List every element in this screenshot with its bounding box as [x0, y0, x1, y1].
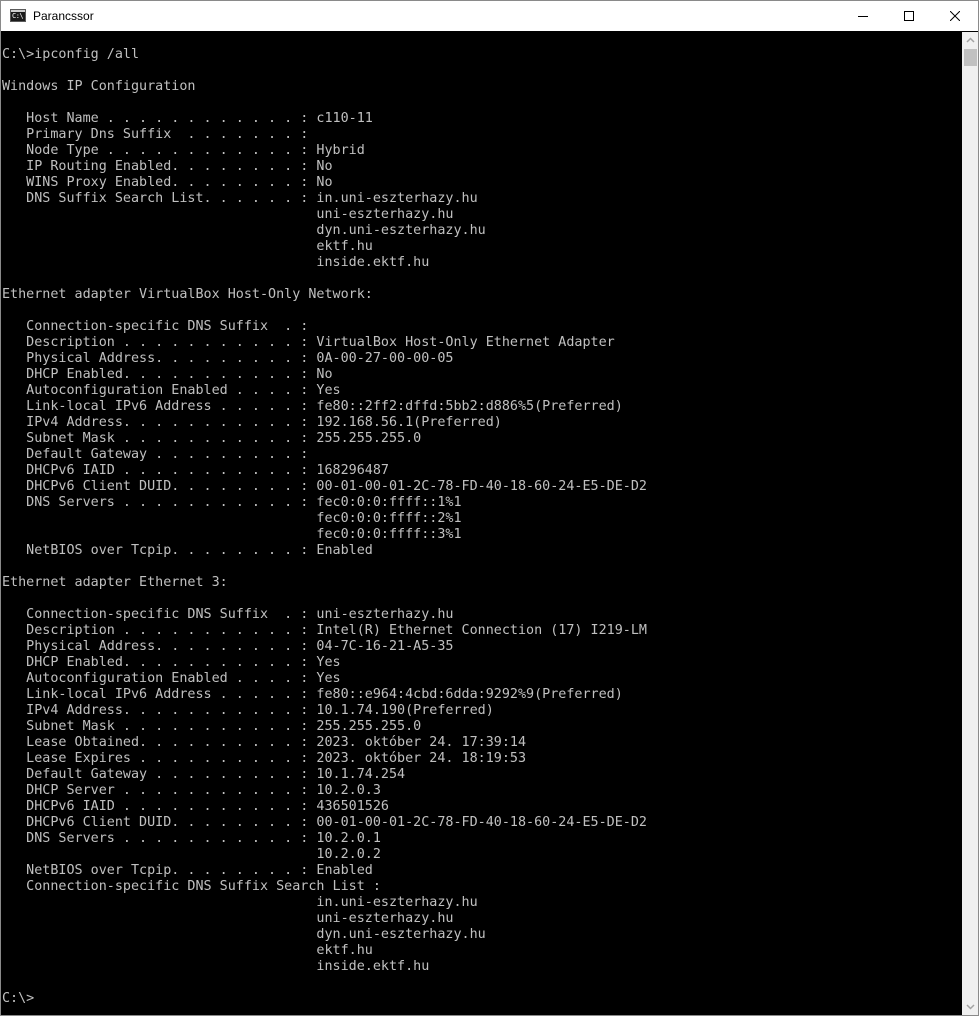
scroll-down-arrow-icon: [966, 1004, 975, 1010]
console-line: Connection-specific DNS Suffix . :: [2, 319, 317, 334]
console-line: C:\>ipconfig /all: [2, 47, 140, 62]
console-output: C:\>ipconfig /all Windows IP Configuratio…: [2, 47, 647, 1007]
scroll-down-button[interactable]: [962, 998, 978, 1015]
console-line: DNS Servers . . . . . . . . . . . : 10.2…: [2, 831, 381, 846]
console-line: Lease Obtained. . . . . . . . . . : 2023…: [2, 735, 527, 750]
console-line: fec0:0:0:ffff::2%1: [2, 511, 462, 526]
console-line: uni-eszterhazy.hu: [2, 207, 454, 222]
console-line: Windows IP Configuration: [2, 79, 196, 94]
maximize-button[interactable]: [886, 1, 932, 31]
console-line: Physical Address. . . . . . . . . : 04-7…: [2, 639, 454, 654]
console-line: dyn.uni-eszterhazy.hu: [2, 927, 486, 942]
console-line: Host Name . . . . . . . . . . . . : c110…: [2, 111, 373, 126]
console-line: Link-local IPv6 Address . . . . . : fe80…: [2, 399, 623, 414]
console-line: DHCPv6 Client DUID. . . . . . . . : 00-0…: [2, 815, 647, 830]
console-line: inside.ektf.hu: [2, 255, 430, 270]
console-line: DNS Suffix Search List. . . . . . : in.u…: [2, 191, 478, 206]
console-line: uni-eszterhazy.hu: [2, 911, 454, 926]
console-line: Autoconfiguration Enabled . . . . : Yes: [2, 671, 341, 686]
console-line: IPv4 Address. . . . . . . . . . . : 192.…: [2, 415, 502, 430]
title-bar[interactable]: C:\ Parancssor: [1, 1, 978, 31]
maximize-icon: [904, 11, 914, 21]
scroll-up-arrow-icon: [966, 37, 975, 43]
console-line: Link-local IPv6 Address . . . . . : fe80…: [2, 687, 623, 702]
console-line: Ethernet adapter Ethernet 3:: [2, 575, 228, 590]
scroll-up-button[interactable]: [962, 32, 978, 49]
console-line: Connection-specific DNS Suffix Search Li…: [2, 879, 381, 894]
close-button[interactable]: [932, 1, 978, 31]
console-line: 10.2.0.2: [2, 847, 381, 862]
console-line: Description . . . . . . . . . . . : Inte…: [2, 623, 647, 638]
close-icon: [950, 11, 960, 21]
console-output-area[interactable]: C:\>ipconfig /all Windows IP Configuratio…: [1, 32, 962, 1015]
console-line: WINS Proxy Enabled. . . . . . . . : No: [2, 175, 333, 190]
console-line: Connection-specific DNS Suffix . : uni-e…: [2, 607, 454, 622]
console-line: Physical Address. . . . . . . . . : 0A-0…: [2, 351, 454, 366]
console-line: Description . . . . . . . . . . . : Virt…: [2, 335, 615, 350]
console-line: DHCPv6 IAID . . . . . . . . . . . : 1682…: [2, 463, 389, 478]
console-line: IP Routing Enabled. . . . . . . . : No: [2, 159, 333, 174]
console-line: NetBIOS over Tcpip. . . . . . . . : Enab…: [2, 863, 373, 878]
console-line: Ethernet adapter VirtualBox Host-Only Ne…: [2, 287, 373, 302]
console-line: Lease Expires . . . . . . . . . . : 2023…: [2, 751, 527, 766]
console-line: DHCP Enabled. . . . . . . . . . . : Yes: [2, 655, 341, 670]
console-line: Autoconfiguration Enabled . . . . : Yes: [2, 383, 341, 398]
console-line: Primary Dns Suffix . . . . . . . :: [2, 127, 317, 142]
console-line: ektf.hu: [2, 943, 373, 958]
window-title: Parancssor: [33, 9, 94, 23]
console-line: inside.ektf.hu: [2, 959, 430, 974]
vertical-scrollbar[interactable]: [962, 32, 978, 1015]
console-line: Node Type . . . . . . . . . . . . : Hybr…: [2, 143, 365, 158]
console-line: Default Gateway . . . . . . . . . :: [2, 447, 317, 462]
console-line: DNS Servers . . . . . . . . . . . : fec0…: [2, 495, 462, 510]
console-window: C:\ Parancssor C:\>ipconfig /all Windows …: [0, 0, 979, 1016]
console-line: Default Gateway . . . . . . . . . : 10.1…: [2, 767, 406, 782]
console-line: fec0:0:0:ffff::3%1: [2, 527, 462, 542]
console-line: in.uni-eszterhazy.hu: [2, 895, 478, 910]
command-prompt-icon[interactable]: C:\: [10, 9, 26, 22]
app-icon-glyph: C:\: [12, 12, 24, 20]
console-line: NetBIOS over Tcpip. . . . . . . . : Enab…: [2, 543, 373, 558]
console-line: Subnet Mask . . . . . . . . . . . : 255.…: [2, 719, 422, 734]
scrollbar-thumb[interactable]: [964, 49, 977, 66]
console-line: DHCP Enabled. . . . . . . . . . . : No: [2, 367, 333, 382]
console-line: DHCPv6 IAID . . . . . . . . . . . : 4365…: [2, 799, 389, 814]
console-line: DHCP Server . . . . . . . . . . . : 10.2…: [2, 783, 381, 798]
minimize-button[interactable]: [840, 1, 886, 31]
console-line: Subnet Mask . . . . . . . . . . . : 255.…: [2, 431, 422, 446]
minimize-icon: [858, 16, 868, 17]
console-line: IPv4 Address. . . . . . . . . . . : 10.1…: [2, 703, 494, 718]
console-line: dyn.uni-eszterhazy.hu: [2, 223, 486, 238]
console-line: ektf.hu: [2, 239, 373, 254]
console-line: C:\>: [2, 991, 35, 1006]
console-line: DHCPv6 Client DUID. . . . . . . . : 00-0…: [2, 479, 647, 494]
